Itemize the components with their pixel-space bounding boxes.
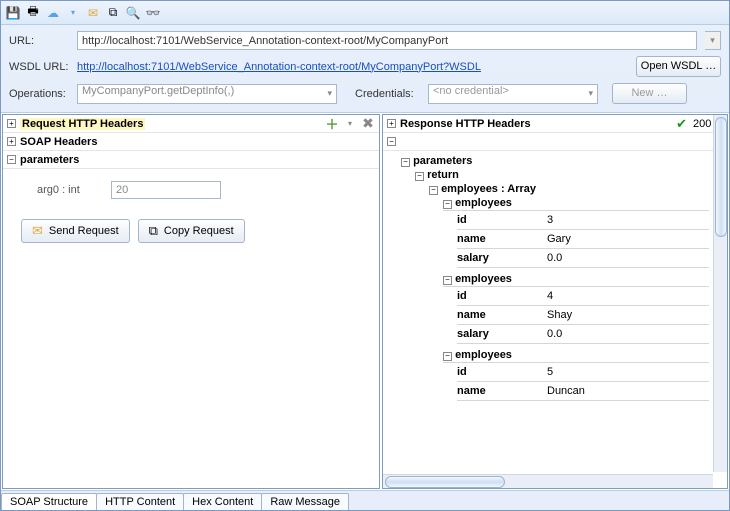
url-dropdown[interactable]: ▾ (705, 31, 721, 50)
url-label: URL: (9, 35, 69, 47)
status-ok-icon: ✔ (676, 116, 687, 132)
open-wsdl-button[interactable]: Open WSDL … (636, 56, 721, 77)
copy-icon[interactable]: ⧉ (105, 5, 121, 21)
search-icon[interactable]: 🔍 (125, 5, 141, 21)
response-headers-title: Response HTTP Headers (400, 118, 531, 130)
tab-http-content[interactable]: HTTP Content (96, 493, 184, 510)
operations-select[interactable]: MyCompanyPort.getDeptInfo(,) (77, 84, 337, 104)
field-id: id (457, 366, 537, 378)
field-id: id (457, 214, 537, 226)
field-name: name (457, 309, 537, 321)
collapse-root-icon[interactable]: − (387, 137, 396, 146)
collapse-employee-icon[interactable]: − (443, 200, 452, 209)
field-name: name (457, 233, 537, 245)
credentials-label: Credentials: (355, 88, 420, 100)
value-name: Gary (547, 233, 571, 245)
print-icon[interactable]: 🖶 (25, 5, 41, 21)
save-icon[interactable]: 💾 (5, 5, 21, 21)
vertical-scrollbar[interactable] (713, 115, 727, 472)
expand-response-headers-icon[interactable]: + (387, 119, 396, 128)
delete-icon[interactable]: ✖ (361, 117, 375, 131)
toolbar: 💾 🖶 ☁ ▾ ✉ ⧉ 🔍 👓 (1, 1, 729, 25)
bottom-tabs: SOAP Structure HTTP Content Hex Content … (1, 490, 729, 510)
value-salary: 0.0 (547, 328, 562, 340)
operations-row: Operations: MyCompanyPort.getDeptInfo(,)… (1, 83, 729, 112)
hscroll-thumb[interactable] (385, 476, 505, 488)
employee-node: employees (455, 273, 512, 285)
collapse-array-icon[interactable]: − (429, 186, 438, 195)
employee-node: employees (455, 349, 512, 361)
parameters-title: parameters (20, 154, 79, 166)
app-window: 💾 🖶 ☁ ▾ ✉ ⧉ 🔍 👓 URL: ▾ WSDL URL: http://… (0, 0, 730, 511)
url-form: URL: ▾ WSDL URL: http://localhost:7101/W… (1, 25, 729, 83)
cloud-icon[interactable]: ☁ (45, 5, 61, 21)
scroll-thumb[interactable] (715, 117, 727, 237)
param-input[interactable] (111, 181, 221, 199)
collapse-params-icon[interactable]: − (401, 158, 410, 167)
value-id: 5 (547, 366, 553, 378)
value-id: 4 (547, 290, 553, 302)
copy-icon: ⧉ (149, 223, 158, 239)
dropdown-small-icon[interactable]: ▾ (343, 117, 357, 131)
collapse-parameters-icon[interactable]: − (7, 155, 16, 164)
request-headers-title: Request HTTP Headers (20, 118, 145, 130)
soap-headers-title: SOAP Headers (20, 136, 97, 148)
main-split: + Request HTTP Headers ＋ ▾ ✖ + SOAP Head… (1, 112, 729, 490)
collapse-employee-icon[interactable]: − (443, 352, 452, 361)
collapse-employee-icon[interactable]: − (443, 276, 452, 285)
tab-raw-message[interactable]: Raw Message (261, 493, 349, 510)
wsdl-link[interactable]: http://localhost:7101/WebService_Annotat… (77, 61, 622, 73)
value-name: Duncan (547, 385, 585, 397)
tab-hex-content[interactable]: Hex Content (183, 493, 262, 510)
field-salary: salary (457, 328, 537, 340)
add-icon[interactable]: ＋ (325, 117, 339, 131)
dropdown-icon[interactable]: ▾ (65, 5, 81, 21)
horizontal-scrollbar[interactable] (383, 474, 713, 488)
new-credential-button[interactable]: New … (612, 83, 687, 104)
field-salary: salary (457, 252, 537, 264)
wsdl-label: WSDL URL: (9, 61, 69, 73)
request-pane: + Request HTTP Headers ＋ ▾ ✖ + SOAP Head… (2, 114, 380, 489)
url-input[interactable] (77, 31, 697, 50)
operations-label: Operations: (9, 88, 69, 100)
value-name: Shay (547, 309, 572, 321)
send-request-button[interactable]: ✉Send Request (21, 219, 130, 243)
parameters-body: arg0 : int ✉Send Request ⧉Copy Request (3, 169, 379, 251)
expand-soap-headers-icon[interactable]: + (7, 137, 16, 146)
mail-icon: ✉ (32, 223, 43, 239)
expand-request-headers-icon[interactable]: + (7, 119, 16, 128)
credentials-select[interactable]: <no credential> (428, 84, 598, 104)
mail-icon[interactable]: ✉ (85, 5, 101, 21)
param-label: arg0 : int (37, 184, 97, 196)
collapse-return-icon[interactable]: − (415, 172, 424, 181)
copy-request-button[interactable]: ⧉Copy Request (138, 219, 245, 243)
value-salary: 0.0 (547, 252, 562, 264)
response-tree: − parameters − return − employees : Arra… (383, 151, 713, 474)
value-id: 3 (547, 214, 553, 226)
binoculars-icon[interactable]: 👓 (145, 5, 161, 21)
response-pane: + Response HTTP Headers ✔ 200 O − − para… (382, 114, 728, 489)
field-name: name (457, 385, 537, 397)
field-id: id (457, 290, 537, 302)
tab-soap-structure[interactable]: SOAP Structure (1, 493, 97, 510)
employee-node: employees (455, 197, 512, 209)
